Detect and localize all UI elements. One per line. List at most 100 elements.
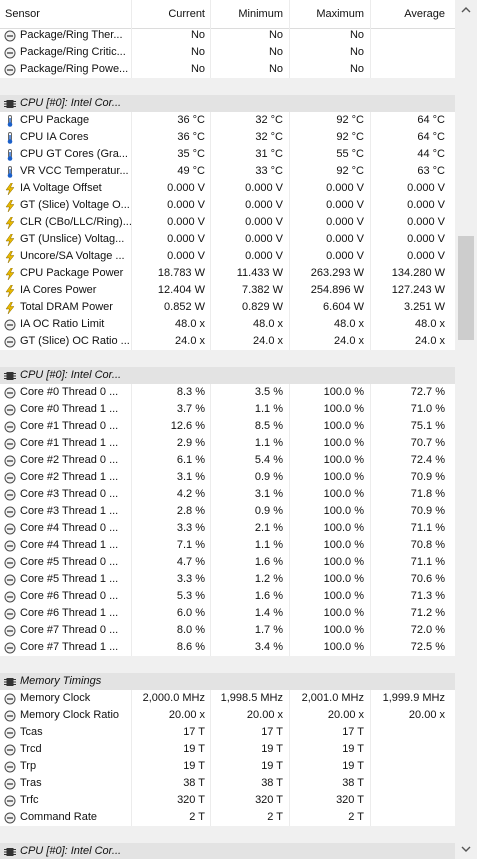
current-value: 19 T	[183, 760, 205, 772]
current-value: 3.3 %	[176, 522, 205, 534]
sensor-row[interactable]: CPU IA Cores 36 °C 32 °C 92 °C 64 °C	[0, 129, 455, 146]
section-header[interactable]: CPU [#0]: Intel Cor...	[0, 367, 455, 384]
sensor-row[interactable]: Tcas 17 T 17 T 17 T	[0, 724, 455, 741]
sensor-circle-icon	[4, 591, 16, 603]
sensor-row[interactable]: GT (Slice) Voltage O... 0.000 V 0.000 V 0.0…	[0, 197, 455, 214]
sensor-row[interactable]: Core #2 Thread 1 ... 3.1 % 0.9 % 100.0 % 70.…	[0, 469, 455, 486]
sensor-row[interactable]: Core #5 Thread 1 ... 3.3 % 1.2 % 100.0 % 70.…	[0, 571, 455, 588]
current-value: 0.000 V	[167, 182, 205, 194]
sensor-row[interactable]: Core #0 Thread 1 ... 3.7 % 1.1 % 100.0 % 71.…	[0, 401, 455, 418]
minimum-value: 3.1 %	[254, 488, 283, 500]
sensor-row[interactable]: CLR (CBo/LLC/Ring)... 0.000 V 0.000 V 0.000…	[0, 214, 455, 231]
col-header-sensor[interactable]: Sensor	[5, 8, 40, 20]
average-value: 70.9 %	[410, 471, 445, 483]
sensor-row[interactable]: Core #6 Thread 1 ... 6.0 % 1.4 % 100.0 % 71.…	[0, 605, 455, 622]
scroll-down-button[interactable]	[455, 839, 477, 859]
sensor-row[interactable]: Core #4 Thread 1 ... 7.1 % 1.1 % 100.0 % 70.…	[0, 537, 455, 554]
sensor-row[interactable]: Core #4 Thread 0 ... 3.3 % 2.1 % 100.0 % 71.…	[0, 520, 455, 537]
sensor-row[interactable]: Trfc 320 T 320 T 320 T	[0, 792, 455, 809]
minimum-value: 2.1 %	[254, 522, 283, 534]
minimum-value: 1.7 %	[254, 624, 283, 636]
maximum-value: 100.0 %	[323, 641, 364, 653]
minimum-value: 32 °C	[255, 131, 283, 143]
scroll-thumb[interactable]	[458, 236, 474, 340]
sensor-row[interactable]: Command Rate 2 T 2 T 2 T	[0, 809, 455, 826]
sensor-circle-icon	[4, 489, 16, 501]
sensor-row[interactable]: Tras 38 T 38 T 38 T	[0, 775, 455, 792]
current-value: 0.000 V	[167, 250, 205, 262]
current-value: 17 T	[183, 726, 205, 738]
sensor-row[interactable]: IA Voltage Offset 0.000 V 0.000 V 0.000 V 0.…	[0, 180, 455, 197]
sensor-row[interactable]: Uncore/SA Voltage ... 0.000 V 0.000 V 0.000…	[0, 248, 455, 265]
minimum-value: 1.1 %	[254, 437, 283, 449]
sensor-row[interactable]: Core #3 Thread 1 ... 2.8 % 0.9 % 100.0 % 70.…	[0, 503, 455, 520]
sensor-circle-icon	[4, 455, 16, 467]
maximum-value: 0.000 V	[326, 182, 364, 194]
minimum-value: 2 T	[267, 811, 283, 823]
col-header-average[interactable]: Average	[404, 8, 445, 20]
sensor-circle-icon	[4, 778, 16, 790]
minimum-value: No	[268, 46, 283, 58]
sensor-row[interactable]: Core #0 Thread 0 ... 8.3 % 3.5 % 100.0 % 72.…	[0, 384, 455, 401]
current-value: 20.00 x	[168, 709, 205, 721]
minimum-value: 0.9 %	[254, 471, 283, 483]
sensor-row[interactable]: GT (Slice) OC Ratio ... 24.0 x 24.0 x 24.0 …	[0, 333, 455, 350]
average-value: 134.280 W	[391, 267, 445, 279]
maximum-value: 100.0 %	[323, 386, 364, 398]
sensor-row[interactable]: GT (Unslice) Voltag... 0.000 V 0.000 V 0.00…	[0, 231, 455, 248]
chip-icon	[4, 98, 16, 110]
sensor-row[interactable]: Trcd 19 T 19 T 19 T	[0, 741, 455, 758]
sensor-row[interactable]: IA Cores Power 12.404 W 7.382 W 254.896 W 12…	[0, 282, 455, 299]
sensor-row[interactable]: Core #7 Thread 0 ... 8.0 % 1.7 % 100.0 % 72.…	[0, 622, 455, 639]
section-header[interactable]: CPU [#0]: Intel Cor...	[0, 95, 455, 112]
maximum-value: 6.604 W	[323, 301, 364, 313]
section-header[interactable]: CPU [#0]: Intel Cor...	[0, 843, 455, 859]
minimum-value: 1,998.5 MHz	[220, 692, 283, 704]
average-value: 64 °C	[417, 131, 445, 143]
scroll-up-button[interactable]	[455, 0, 477, 20]
sensor-row[interactable]: VR VCC Temperatur... 49 °C 33 °C 92 °C 63 °C	[0, 163, 455, 180]
sensor-circle-icon	[4, 64, 16, 76]
section-header[interactable]: Memory Timings	[0, 673, 455, 690]
sensor-row[interactable]: CPU Package 36 °C 32 °C 92 °C 64 °C	[0, 112, 455, 129]
sensor-row[interactable]: Memory Clock Ratio 20.00 x 20.00 x 20.00 x 2…	[0, 707, 455, 724]
minimum-value: 48.0 x	[253, 318, 283, 330]
sensor-name: CPU IA Cores	[20, 131, 89, 143]
sensor-row[interactable]: Core #6 Thread 0 ... 5.3 % 1.6 % 100.0 % 71.…	[0, 588, 455, 605]
sensor-row[interactable]: Trp 19 T 19 T 19 T	[0, 758, 455, 775]
sensor-row[interactable]: Core #3 Thread 0 ... 4.2 % 3.1 % 100.0 % 71.…	[0, 486, 455, 503]
sensor-row[interactable]: Core #5 Thread 0 ... 4.7 % 1.6 % 100.0 % 71.…	[0, 554, 455, 571]
maximum-value: 100.0 %	[323, 522, 364, 534]
sensor-row[interactable]: CPU GT Cores (Gra... 35 °C 31 °C 55 °C 44 °C	[0, 146, 455, 163]
lightning-icon	[4, 285, 16, 297]
sensor-row[interactable]: CPU Package Power 18.783 W 11.433 W 263.293…	[0, 265, 455, 282]
current-value: 3.7 %	[176, 403, 205, 415]
current-value: 12.6 %	[170, 420, 205, 432]
sensor-row[interactable]: Package/Ring Powe... No No No	[0, 61, 455, 78]
sensor-row[interactable]: Core #1 Thread 0 ... 12.6 % 8.5 % 100.0 % 75…	[0, 418, 455, 435]
sensor-row[interactable]: Package/Ring Critic... No No No	[0, 44, 455, 61]
col-header-maximum[interactable]: Maximum	[316, 8, 364, 20]
maximum-value: 100.0 %	[323, 590, 364, 602]
maximum-value: 100.0 %	[323, 488, 364, 500]
sensor-row[interactable]: Core #2 Thread 0 ... 6.1 % 5.4 % 100.0 % 72.…	[0, 452, 455, 469]
sensor-row[interactable]: Core #7 Thread 1 ... 8.6 % 3.4 % 100.0 % 72.…	[0, 639, 455, 656]
maximum-value: 0.000 V	[326, 233, 364, 245]
sensor-row[interactable]: Core #1 Thread 1 ... 2.9 % 1.1 % 100.0 % 70.…	[0, 435, 455, 452]
current-value: 0.000 V	[167, 199, 205, 211]
average-value: 0.000 V	[407, 233, 445, 245]
current-value: 12.404 W	[157, 284, 205, 296]
sensor-circle-icon	[4, 642, 16, 654]
minimum-value: 0.829 W	[242, 301, 283, 313]
sensor-name: Package/Ring Critic...	[20, 46, 126, 58]
sensor-row[interactable]: Package/Ring Ther... No No No	[0, 27, 455, 44]
sensor-row[interactable]: Memory Clock 2,000.0 MHz 1,998.5 MHz 2,001.…	[0, 690, 455, 707]
vertical-scrollbar[interactable]	[455, 0, 477, 859]
maximum-value: 92 °C	[336, 165, 364, 177]
maximum-value: 0.000 V	[326, 216, 364, 228]
sensor-row[interactable]: IA OC Ratio Limit 48.0 x 48.0 x 48.0 x 48.0 …	[0, 316, 455, 333]
sensor-row[interactable]: Total DRAM Power 0.852 W 0.829 W 6.604 W 3.2…	[0, 299, 455, 316]
col-header-minimum[interactable]: Minimum	[238, 8, 283, 20]
col-header-current[interactable]: Current	[168, 8, 205, 20]
sensor-name: IA Voltage Offset	[20, 182, 102, 194]
